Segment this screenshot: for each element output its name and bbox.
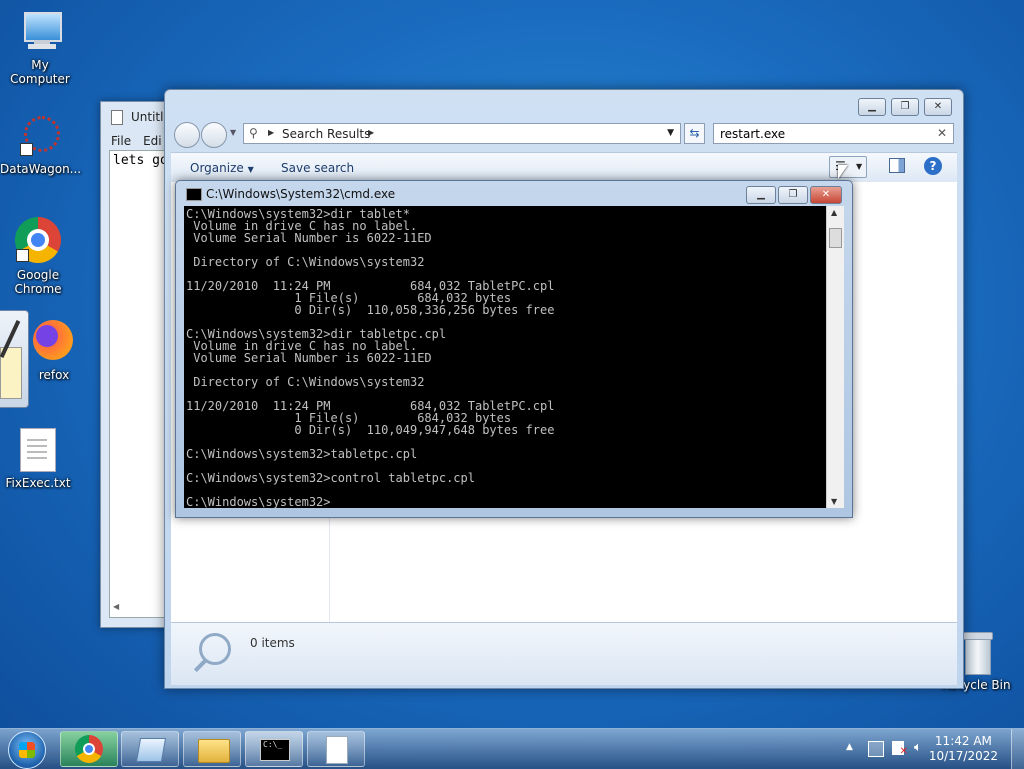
cmd-icon: C:\_ [260,739,290,761]
minimize-button[interactable]: ▁ [858,98,886,116]
preview-pane-icon[interactable] [889,158,905,173]
clock-time: 11:42 AM [934,734,992,748]
cmd-console[interactable]: C:\Windows\system32>dir tablet* Volume i… [184,206,826,508]
cmd-title: C:\Windows\System32\cmd.exe [206,187,396,201]
search-value: restart.exe [720,127,786,141]
snipping-tool-widget[interactable] [0,310,29,408]
refresh-button[interactable]: ⇆ [684,123,705,144]
notepad-icon [326,736,348,764]
scroll-up-icon[interactable]: ▲ [831,208,837,217]
breadcrumb-arrow-icon: ▶ [268,128,275,137]
taskbar-clock[interactable]: 11:42 AM 10/17/2022 [929,734,998,764]
taskbar-chrome[interactable] [60,731,118,767]
menu-edit[interactable]: Edi [143,134,162,148]
scroll-thumb[interactable] [829,228,842,248]
show-desktop-button[interactable] [1011,729,1024,769]
computer-icon [18,8,62,54]
datawagon-icon [18,116,62,158]
desktop-icon-my-computer[interactable]: My Computer [0,8,80,86]
recent-pages-icon[interactable]: ▼ [230,128,236,137]
menu-file[interactable]: File [111,134,131,148]
desktop-icon-label: Google Chrome [14,268,62,296]
clear-search-icon[interactable]: ✕ [937,126,947,140]
taskbar: C:\_ ▲ ✕ 🔈︎ 11:42 AM 10/17/2022 [0,728,1024,769]
cmd-window[interactable]: C:\Windows\System32\cmd.exe ▁ ❐ ✕ C:\Win… [175,180,853,518]
address-bar[interactable]: ⚲ ▶ Search Results ▶ ▼ [243,123,681,144]
cmd-scrollbar[interactable]: ▲ ▼ [826,206,844,508]
breadcrumb-arrow-icon: ▶ [368,128,375,137]
notepad-doc-icon [111,110,123,125]
view-options-button[interactable]: ☰ ▼ [829,156,867,178]
back-button[interactable] [174,122,200,148]
chrome-icon [14,216,62,264]
taskbar-notepad[interactable] [307,731,365,767]
volume-icon[interactable]: 🔈︎ [914,740,922,755]
text-file-icon [20,428,56,472]
taskbar-cmd[interactable]: C:\_ [245,731,303,767]
chrome-icon [75,735,103,763]
magnifier-handle [193,657,209,673]
taskbar-snipping-tool[interactable] [121,731,179,767]
maximize-button[interactable]: ❐ [891,98,919,116]
breadcrumb-search-results[interactable]: Search Results [282,127,370,141]
taskbar-explorer[interactable] [183,731,241,767]
network-icon[interactable] [868,741,884,757]
desktop-icon-google-chrome[interactable]: Google Chrome [0,216,78,296]
mouse-cursor-icon [838,165,848,179]
desktop-icon-label: FixExec.txt [5,476,71,490]
close-button[interactable]: ✕ [924,98,952,116]
desktop-icon-label: My Computer [10,58,70,86]
show-hidden-icons-button[interactable]: ▲ [846,742,853,752]
recycle-bin-icon [961,632,993,675]
start-button[interactable] [8,731,46,769]
desktop-icon-datawagon[interactable]: DataWagon... [0,116,82,176]
search-icon: ⚲ [249,126,258,140]
cmd-minimize-button[interactable]: ▁ [746,186,776,204]
forward-button[interactable] [201,122,227,148]
cmd-output: C:\Windows\system32>dir tablet* Volume i… [186,207,555,508]
snipping-tool-icon [135,738,167,762]
address-dropdown-icon[interactable]: ▼ [667,128,674,138]
organize-button[interactable]: Organize ▼ [190,161,254,175]
action-center-icon[interactable]: ✕ [892,741,908,757]
desktop-icon-fixexec[interactable]: FixExec.txt [0,428,78,490]
desktop-icon-label: DataWagon... [0,162,82,176]
save-search-button[interactable]: Save search [281,161,354,175]
cmd-maximize-button[interactable]: ❐ [778,186,808,204]
scroll-down-icon[interactable]: ▼ [831,497,837,506]
help-icon[interactable]: ? [924,157,942,175]
windows-logo-icon [19,742,35,758]
cmd-close-button[interactable]: ✕ [810,186,842,204]
item-count: 0 items [250,636,295,650]
search-input[interactable]: restart.exe ✕ [713,123,954,144]
clock-date: 10/17/2022 [928,749,998,763]
cmd-app-icon [186,188,202,201]
chevron-down-icon: ▼ [856,162,863,171]
details-pane: 0 items [171,622,957,685]
scroll-left-icon[interactable]: ◀ [113,602,119,611]
folder-icon [198,739,230,763]
